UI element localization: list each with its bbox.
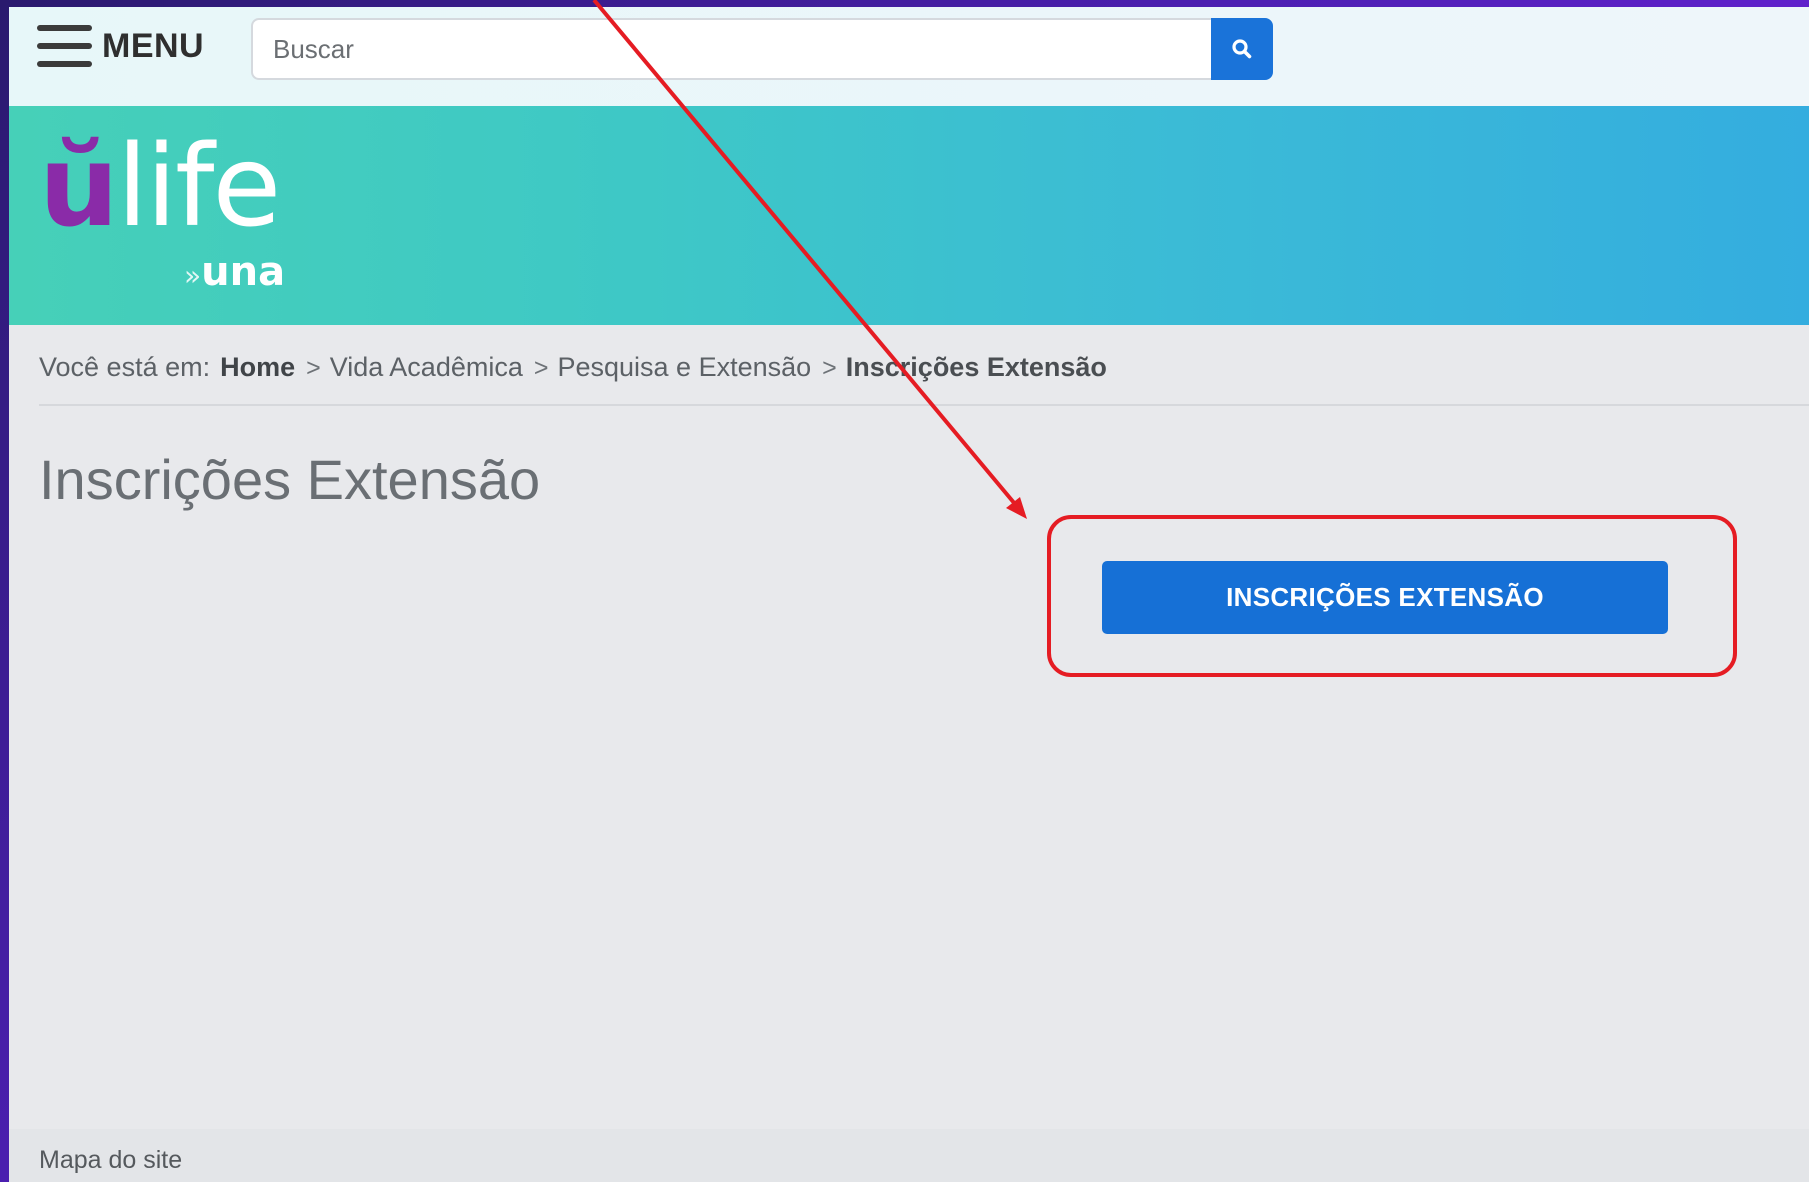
top-bar: MENU <box>9 7 1809 106</box>
logo-sub: una <box>201 249 286 295</box>
browser-viewport: MENU ŭlife »una Você está em: Home > Vid… <box>9 7 1809 1182</box>
breadcrumb-current: Inscrições Extensão <box>845 352 1107 382</box>
search-input[interactable] <box>251 18 1211 80</box>
menu-label: MENU <box>102 26 205 65</box>
breadcrumb-separator: > <box>533 354 549 382</box>
breadcrumb-pesquisa-extensao-link[interactable]: Pesquisa e Extensão <box>557 352 811 383</box>
search-icon <box>1232 39 1252 59</box>
breadcrumb-home-link[interactable]: Home <box>220 352 295 383</box>
breadcrumb-divider <box>39 404 1809 406</box>
header-banner: ŭlife »una <box>9 106 1809 325</box>
footer: Mapa do site <box>9 1129 1809 1182</box>
logo-letter: ŭ <box>39 122 119 252</box>
logo-sub-prefix: » <box>184 259 202 292</box>
breadcrumb-prefix: Você está em: <box>39 352 211 382</box>
breadcrumb-separator: > <box>822 354 837 382</box>
search-button[interactable] <box>1211 18 1273 80</box>
menu-button[interactable]: MENU <box>37 25 204 67</box>
inscricoes-extensao-button[interactable]: INSCRIÇÕES EXTENSÃO <box>1102 561 1668 634</box>
ulife-una-logo[interactable]: ŭlife »una <box>39 131 285 295</box>
sitemap-link[interactable]: Mapa do site <box>39 1146 182 1175</box>
breadcrumb: Você está em: Home > Vida Acadêmica > Pe… <box>39 352 1107 383</box>
page-title: Inscrições Extensão <box>39 448 541 511</box>
breadcrumb-vida-academica-link[interactable]: Vida Acadêmica <box>330 352 523 383</box>
breadcrumb-separator: > <box>306 354 321 382</box>
logo-word: life <box>116 122 282 252</box>
hamburger-icon <box>37 25 92 67</box>
